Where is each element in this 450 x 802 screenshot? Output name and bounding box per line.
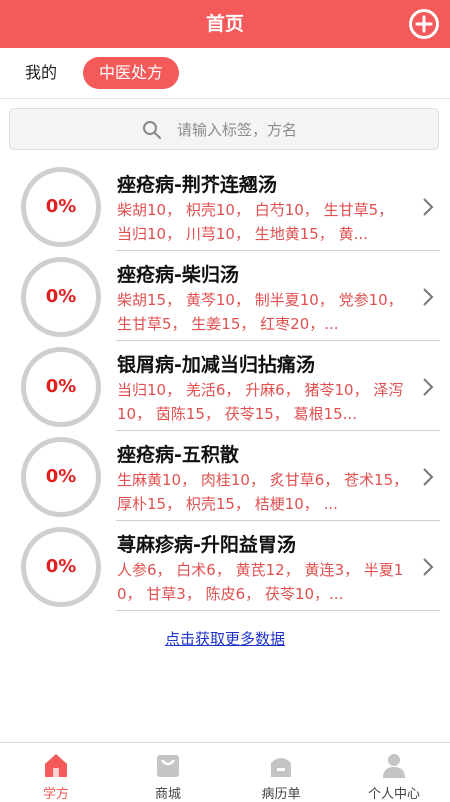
category-tabs: 我的 中医处方: [0, 48, 450, 99]
prescription-herbs: 生麻黄10， 肉桂10， 炙甘草6， 苍术15， 厚朴15， 枳壳15， 桔梗1…: [117, 471, 409, 513]
progress-percent: 0%: [45, 466, 77, 487]
prescription-item[interactable]: 0% 银屑病-加减当归拈痛汤 当归10， 羌活6， 升麻6， 猪苓10， 泽泻1…: [0, 341, 450, 431]
user-icon: [383, 754, 405, 778]
nav-label: 病历单: [261, 787, 301, 802]
prescription-list: 0% 痤疮病-荆芥连翘汤 柴胡10， 枳壳10， 白芍10， 生甘草5， 当归1…: [0, 161, 450, 611]
prescription-herbs: 柴胡15， 黄芩10， 制半夏10， 党参10，生甘草5， 生姜15， 红枣20…: [117, 291, 403, 333]
prescription-item[interactable]: 0% 痤疮病-柴归汤 柴胡15， 黄芩10， 制半夏10， 党参10，生甘草5，…: [0, 251, 450, 341]
search-icon: [143, 121, 161, 139]
page-title: 首页: [205, 13, 244, 35]
progress-percent: 0%: [45, 286, 77, 307]
chevron-right-icon: [423, 468, 434, 486]
records-icon: [271, 758, 291, 777]
prescription-item[interactable]: 0% 痤疮病-荆芥连翘汤 柴胡10， 枳壳10， 白芍10， 生甘草5， 当归1…: [0, 161, 450, 251]
nav-item-mall[interactable]: 商城: [112, 743, 224, 802]
add-circle-icon[interactable]: [408, 8, 440, 40]
prescription-name: 痤疮病-五积散: [117, 444, 239, 466]
prescription-name: 痤疮病-柴归汤: [117, 264, 239, 286]
prescription-name: 痤疮病-荆芥连翘汤: [117, 174, 277, 196]
chevron-right-icon: [423, 558, 434, 576]
tab-mine[interactable]: 我的: [14, 57, 68, 89]
progress-percent: 0%: [45, 196, 77, 217]
progress-percent: 0%: [45, 376, 77, 397]
app-header: 首页: [0, 0, 450, 48]
nav-label: 商城: [154, 787, 181, 802]
prescription-herbs: 人参6， 白术6， 黄芪12， 黄连3， 半夏10， 甘草3， 陈皮6， 茯苓1…: [117, 561, 404, 603]
shopping-bag-icon: [157, 755, 179, 777]
chevron-right-icon: [423, 198, 434, 216]
search-input[interactable]: [175, 115, 429, 145]
progress-percent: 0%: [45, 556, 77, 577]
prescription-name: 荨麻疹病-升阳益胃汤: [117, 534, 296, 556]
nav-item-profile[interactable]: 个人中心: [338, 743, 450, 802]
divider: [116, 610, 440, 611]
tab-tcm-prescriptions[interactable]: 中医处方: [83, 57, 179, 89]
bottom-nav: 学方 商城 病历单 个人中心: [0, 742, 450, 802]
prescription-item[interactable]: 0% 痤疮病-五积散 生麻黄10， 肉桂10， 炙甘草6， 苍术15， 厚朴15…: [0, 431, 450, 521]
search-bar[interactable]: [9, 108, 439, 150]
nav-item-study[interactable]: 学方: [0, 743, 112, 802]
nav-label: 个人中心: [367, 787, 420, 802]
nav-label: 学方: [42, 787, 69, 802]
nav-item-records[interactable]: 病历单: [225, 743, 337, 802]
chevron-right-icon: [423, 378, 434, 396]
chevron-right-icon: [423, 288, 434, 306]
home-icon: [45, 754, 67, 777]
prescription-item[interactable]: 0% 荨麻疹病-升阳益胃汤 人参6， 白术6， 黄芪12， 黄连3， 半夏10，…: [0, 521, 450, 611]
prescription-herbs: 当归10， 羌活6， 升麻6， 猪苓10， 泽泻10， 茵陈15， 茯苓15， …: [117, 381, 404, 423]
load-more-link[interactable]: 点击获取更多数据: [0, 628, 450, 649]
prescription-name: 银屑病-加减当归拈痛汤: [117, 354, 315, 376]
prescription-herbs: 柴胡10， 枳壳10， 白芍10， 生甘草5， 当归10， 川芎10， 生地黄1…: [117, 201, 394, 243]
